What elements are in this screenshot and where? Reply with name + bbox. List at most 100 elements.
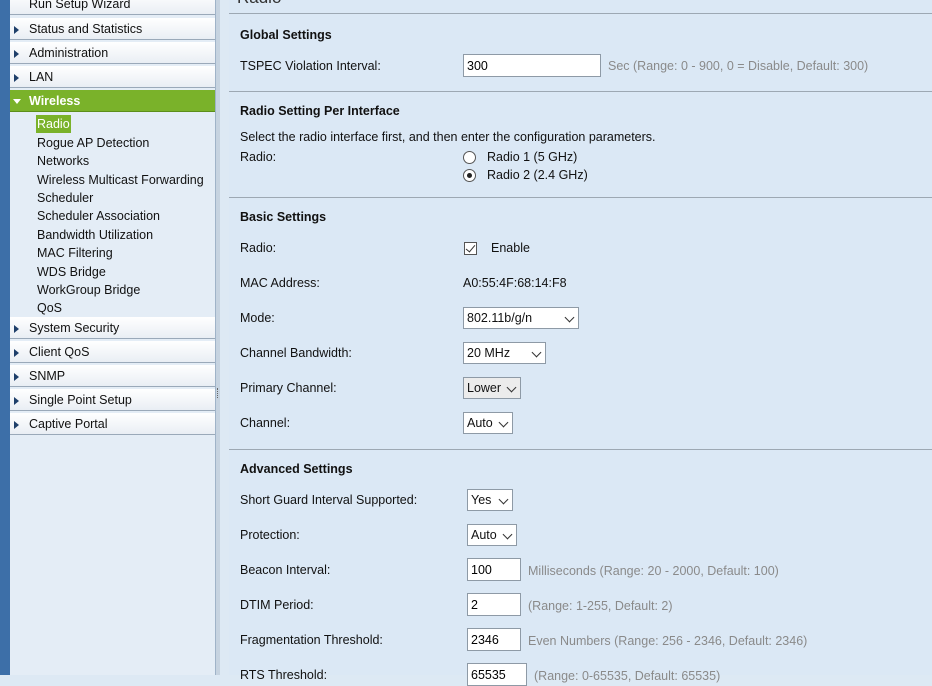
protection-select[interactable]: Auto [467,524,517,546]
rts-threshold-label: RTS Threshold: [240,668,328,682]
sub-bandwidth-utilization[interactable]: Bandwidth Utilization [37,226,153,244]
rts-threshold-hint: (Range: 0-65535, Default: 65535) [534,669,721,683]
advanced-settings-title: Advanced Settings [240,462,353,476]
mode-value: 802.11b/g/n [467,311,533,325]
radio-select-label: Radio: [240,150,277,164]
dtim-period-hint: (Range: 1-255, Default: 2) [528,599,673,613]
nav-lan[interactable]: LAN [10,66,215,88]
primary-channel-select[interactable]: Lower [463,377,521,399]
sgi-label: Short Guard Interval Supported: [240,493,418,507]
sub-rogue-ap-detection[interactable]: Rogue AP Detection [37,134,149,152]
beacon-interval-hint: Milliseconds (Range: 20 - 2000, Default:… [528,564,779,578]
main-content: Radio Global Settings TSPEC Violation In… [229,0,932,686]
fragmentation-threshold-label: Fragmentation Threshold: [240,633,383,647]
radio-enable-label: Radio: [240,241,277,255]
mode-select[interactable]: 802.11b/g/n [463,307,579,329]
divider [229,449,932,450]
sub-scheduler-association[interactable]: Scheduler Association [37,207,160,225]
primary-channel-value: Lower [467,381,502,395]
nav-wireless[interactable]: Wireless [10,90,215,112]
sub-radio[interactable]: Radio [36,115,71,133]
sub-wds-bridge[interactable]: WDS Bridge [37,263,106,281]
page-title: Radio [237,0,281,8]
expand-arrow-icon [14,26,19,34]
radio-interface-description: Select the radio interface first, and th… [240,130,656,144]
nav-label: System Security [29,321,120,335]
nav-label: Administration [29,46,109,60]
nav-administration[interactable]: Administration [10,42,215,64]
sub-workgroup-bridge[interactable]: WorkGroup Bridge [37,281,140,299]
chevron-down-icon [498,417,509,428]
collapse-arrow-icon [13,99,21,104]
radio-1-label: Radio 1 (5 GHz) [487,150,578,164]
expand-arrow-icon [14,373,19,381]
divider [229,197,932,198]
nav-label: Single Point Setup [29,393,132,407]
expand-arrow-icon [14,50,19,58]
nav-client-qos[interactable]: Client QoS [10,341,215,363]
channel-select[interactable]: Auto [463,412,513,434]
dtim-period-input[interactable] [467,593,521,616]
mac-address-label: MAC Address: [240,276,320,290]
dtim-period-label: DTIM Period: [240,598,314,612]
beacon-interval-input[interactable] [467,558,521,581]
nav-captive-portal[interactable]: Captive Portal [10,413,215,435]
chevron-down-icon [498,494,509,505]
enable-label: Enable [491,241,530,255]
global-settings-title: Global Settings [240,28,332,42]
mode-label: Mode: [240,311,275,325]
sub-wireless-multicast-forwarding[interactable]: Wireless Multicast Forwarding [37,171,204,189]
nav-run-setup-wizard[interactable]: Run Setup Wizard [10,0,215,15]
divider [229,13,932,14]
chevron-down-icon [531,347,542,358]
divider [229,91,932,92]
channel-bandwidth-select[interactable]: 20 MHz [463,342,546,364]
bandwidth-value: 20 MHz [467,346,511,360]
nav-label: Client QoS [29,345,90,359]
fragmentation-threshold-hint: Even Numbers (Range: 256 - 2346, Default… [528,634,808,648]
expand-arrow-icon [14,397,19,405]
expand-arrow-icon [14,349,19,357]
radio-2-option[interactable] [463,169,476,182]
tspec-hint: Sec (Range: 0 - 900, 0 = Disable, Defaul… [608,59,869,73]
panel-splitter[interactable] [216,0,220,675]
channel-bandwidth-label: Channel Bandwidth: [240,346,352,360]
nav-system-security[interactable]: System Security [10,317,215,339]
radio-2-label: Radio 2 (2.4 GHz) [487,168,588,182]
mac-address-value: A0:55:4F:68:14:F8 [463,276,567,290]
sgi-select[interactable]: Yes [467,489,513,511]
radio-enable-checkbox[interactable] [464,242,477,255]
tspec-interval-input[interactable] [463,54,601,77]
tspec-label: TSPEC Violation Interval: [240,59,381,73]
nav-label: Captive Portal [29,417,108,431]
nav-snmp[interactable]: SNMP [10,365,215,387]
expand-arrow-icon [14,421,19,429]
fragmentation-threshold-input[interactable] [467,628,521,651]
chevron-down-icon [502,529,513,540]
nav-label: LAN [29,70,54,84]
protection-label: Protection: [240,528,300,542]
basic-settings-title: Basic Settings [240,210,327,224]
nav-label: SNMP [29,369,66,383]
nav-single-point-setup[interactable]: Single Point Setup [10,389,215,411]
primary-channel-label: Primary Channel: [240,381,337,395]
sub-scheduler[interactable]: Scheduler [37,189,93,207]
splitter-grip-icon [217,388,219,398]
nav-label: Wireless [29,94,81,108]
expand-arrow-icon [14,325,19,333]
beacon-interval-label: Beacon Interval: [240,563,331,577]
sgi-value: Yes [471,493,492,507]
expand-arrow-icon [14,74,19,82]
nav-status-and-statistics[interactable]: Status and Statistics [10,18,215,40]
nav-label: Status and Statistics [29,22,143,36]
channel-label: Channel: [240,416,291,430]
chevron-down-icon [506,382,517,393]
sub-networks[interactable]: Networks [37,152,89,170]
sidebar: Run Setup Wizard Status and Statistics A… [0,0,216,675]
channel-value: Auto [467,416,493,430]
sub-qos[interactable]: QoS [37,299,62,317]
radio-1-option[interactable] [463,151,476,164]
sub-mac-filtering[interactable]: MAC Filtering [37,244,113,262]
sidebar-edge [0,0,10,675]
radio-per-interface-title: Radio Setting Per Interface [240,104,400,118]
